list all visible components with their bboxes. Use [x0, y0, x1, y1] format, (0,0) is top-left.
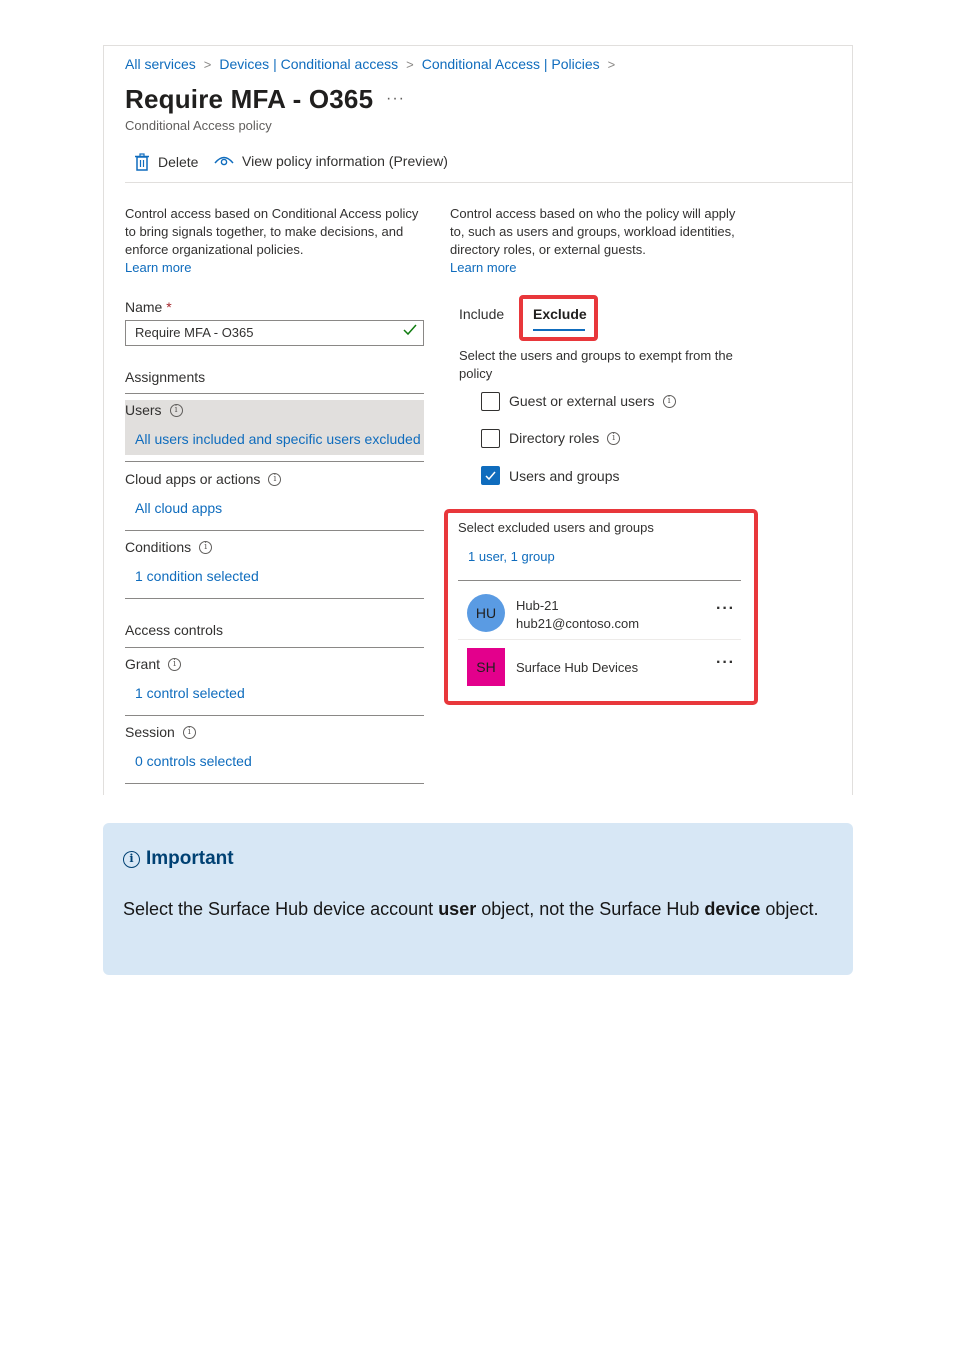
users-link[interactable]: All users included and specific users ex… — [135, 431, 421, 447]
users-label-text: Users — [125, 402, 162, 418]
more-options-icon[interactable]: ··· — [716, 654, 735, 672]
excluded-summary-link[interactable]: 1 user, 1 group — [468, 549, 555, 564]
page-subtitle: Conditional Access policy — [125, 118, 272, 133]
conditions-link[interactable]: 1 condition selected — [135, 568, 259, 584]
info-icon[interactable]: i — [182, 725, 196, 739]
info-icon[interactable]: i — [662, 394, 676, 408]
divider — [458, 580, 741, 581]
callout-title: i Important — [123, 848, 234, 870]
users-and-groups-label: Users and groups — [509, 468, 620, 484]
info-icon[interactable]: i — [268, 472, 282, 486]
guest-external-users-label: Guest or external users i — [509, 393, 676, 409]
toolbar-divider — [125, 182, 852, 183]
excluded-group-name: Surface Hub Devices — [516, 660, 639, 675]
breadcrumb: All services > Devices | Conditional acces… — [125, 56, 623, 72]
delete-label: Delete — [158, 154, 199, 170]
checkmark-icon — [485, 471, 496, 481]
callout-bold-user: user — [438, 899, 477, 919]
exclude-tab-highlight — [519, 295, 598, 341]
directory-roles-label: Directory roles i — [509, 430, 621, 446]
name-label-text: Name — [125, 299, 163, 315]
checkmark-icon — [403, 324, 417, 336]
trash-icon — [135, 153, 149, 171]
cloud-apps-link[interactable]: All cloud apps — [135, 500, 222, 516]
conditions-label: Conditions i — [125, 539, 213, 555]
callout-text: object, not the Surface Hub — [476, 899, 705, 919]
grant-label-text: Grant — [125, 656, 161, 672]
eye-icon — [214, 156, 234, 166]
chevron-right-icon: > — [406, 57, 414, 72]
delete-button[interactable]: Delete — [134, 153, 198, 171]
callout-bold-device: device — [704, 899, 761, 919]
conditions-label-text: Conditions — [125, 539, 192, 555]
directory-roles-text: Directory roles — [509, 430, 600, 446]
assignments-heading: Assignments — [125, 369, 206, 385]
session-link[interactable]: 0 controls selected — [135, 753, 252, 769]
callout-body: Select the Surface Hub device account us… — [123, 894, 823, 925]
view-policy-information-label: View policy information (Preview) — [242, 153, 448, 169]
session-label-text: Session — [125, 724, 175, 740]
info-icon[interactable]: i — [168, 657, 182, 671]
right-learn-more-link[interactable]: Learn more — [450, 259, 750, 277]
guest-external-users-text: Guest or external users — [509, 393, 655, 409]
left-description-text: Control access based on Conditional Acce… — [125, 206, 419, 257]
right-description: Control access based on who the policy w… — [450, 205, 750, 277]
page-title: Require MFA - O365 — [125, 84, 374, 114]
chevron-right-icon: > — [203, 57, 212, 72]
breadcrumb-all-services[interactable]: All services — [125, 56, 196, 72]
left-learn-more-link[interactable]: Learn more — [125, 259, 425, 277]
grant-label: Grant i — [125, 656, 182, 672]
required-asterisk: * — [166, 299, 172, 315]
more-options-icon[interactable]: ··· — [386, 90, 405, 108]
view-policy-information-button[interactable]: View policy information (Preview) — [214, 153, 448, 169]
divider — [125, 393, 424, 394]
info-icon[interactable]: i — [607, 431, 621, 445]
breadcrumb-conditional-access-policies[interactable]: Conditional Access | Policies — [422, 56, 600, 72]
info-icon: i — [123, 850, 140, 868]
access-controls-heading: Access controls — [125, 622, 224, 638]
guest-external-users-checkbox[interactable] — [481, 392, 500, 411]
divider — [125, 530, 424, 531]
name-field[interactable]: Require MFA - O365 — [125, 320, 424, 346]
breadcrumb-devices-conditional-access[interactable]: Devices | Conditional access — [219, 56, 398, 72]
right-description-text: Control access based on who the policy w… — [450, 206, 736, 257]
cloud-apps-label: Cloud apps or actions i — [125, 471, 282, 487]
callout-text: object. — [760, 899, 819, 919]
callout-title-text: Important — [146, 848, 234, 869]
chevron-right-icon: > — [607, 57, 616, 72]
excluded-user-email: hub21@contoso.com — [516, 616, 640, 631]
users-and-groups-checkbox[interactable] — [481, 466, 500, 485]
tab-include[interactable]: Include — [459, 306, 504, 322]
excluded-heading: Select excluded users and groups — [458, 520, 654, 535]
avatar: SH — [467, 648, 505, 686]
divider — [125, 715, 424, 716]
directory-roles-checkbox[interactable] — [481, 429, 500, 448]
info-icon[interactable]: i — [199, 540, 213, 554]
divider — [458, 639, 741, 640]
divider — [125, 647, 424, 648]
cloud-apps-label-text: Cloud apps or actions — [125, 471, 261, 487]
divider — [125, 598, 424, 599]
info-icon[interactable]: i — [169, 403, 183, 417]
grant-link[interactable]: 1 control selected — [135, 685, 245, 701]
excluded-user-item: Hub-21 hub21@contoso.com — [516, 597, 639, 633]
avatar: HU — [467, 594, 505, 632]
more-options-icon[interactable]: ··· — [716, 600, 735, 618]
left-description: Control access based on Conditional Acce… — [125, 205, 425, 277]
callout-text: Select the Surface Hub device account — [123, 899, 439, 919]
session-label: Session i — [125, 724, 196, 740]
excluded-user-name: Hub-21 — [516, 598, 559, 613]
divider — [125, 461, 424, 462]
name-label: Name * — [125, 299, 172, 315]
exempt-instructions: Select the users and groups to exempt fr… — [459, 348, 733, 381]
users-label: Users i — [125, 402, 183, 418]
divider — [125, 783, 424, 784]
